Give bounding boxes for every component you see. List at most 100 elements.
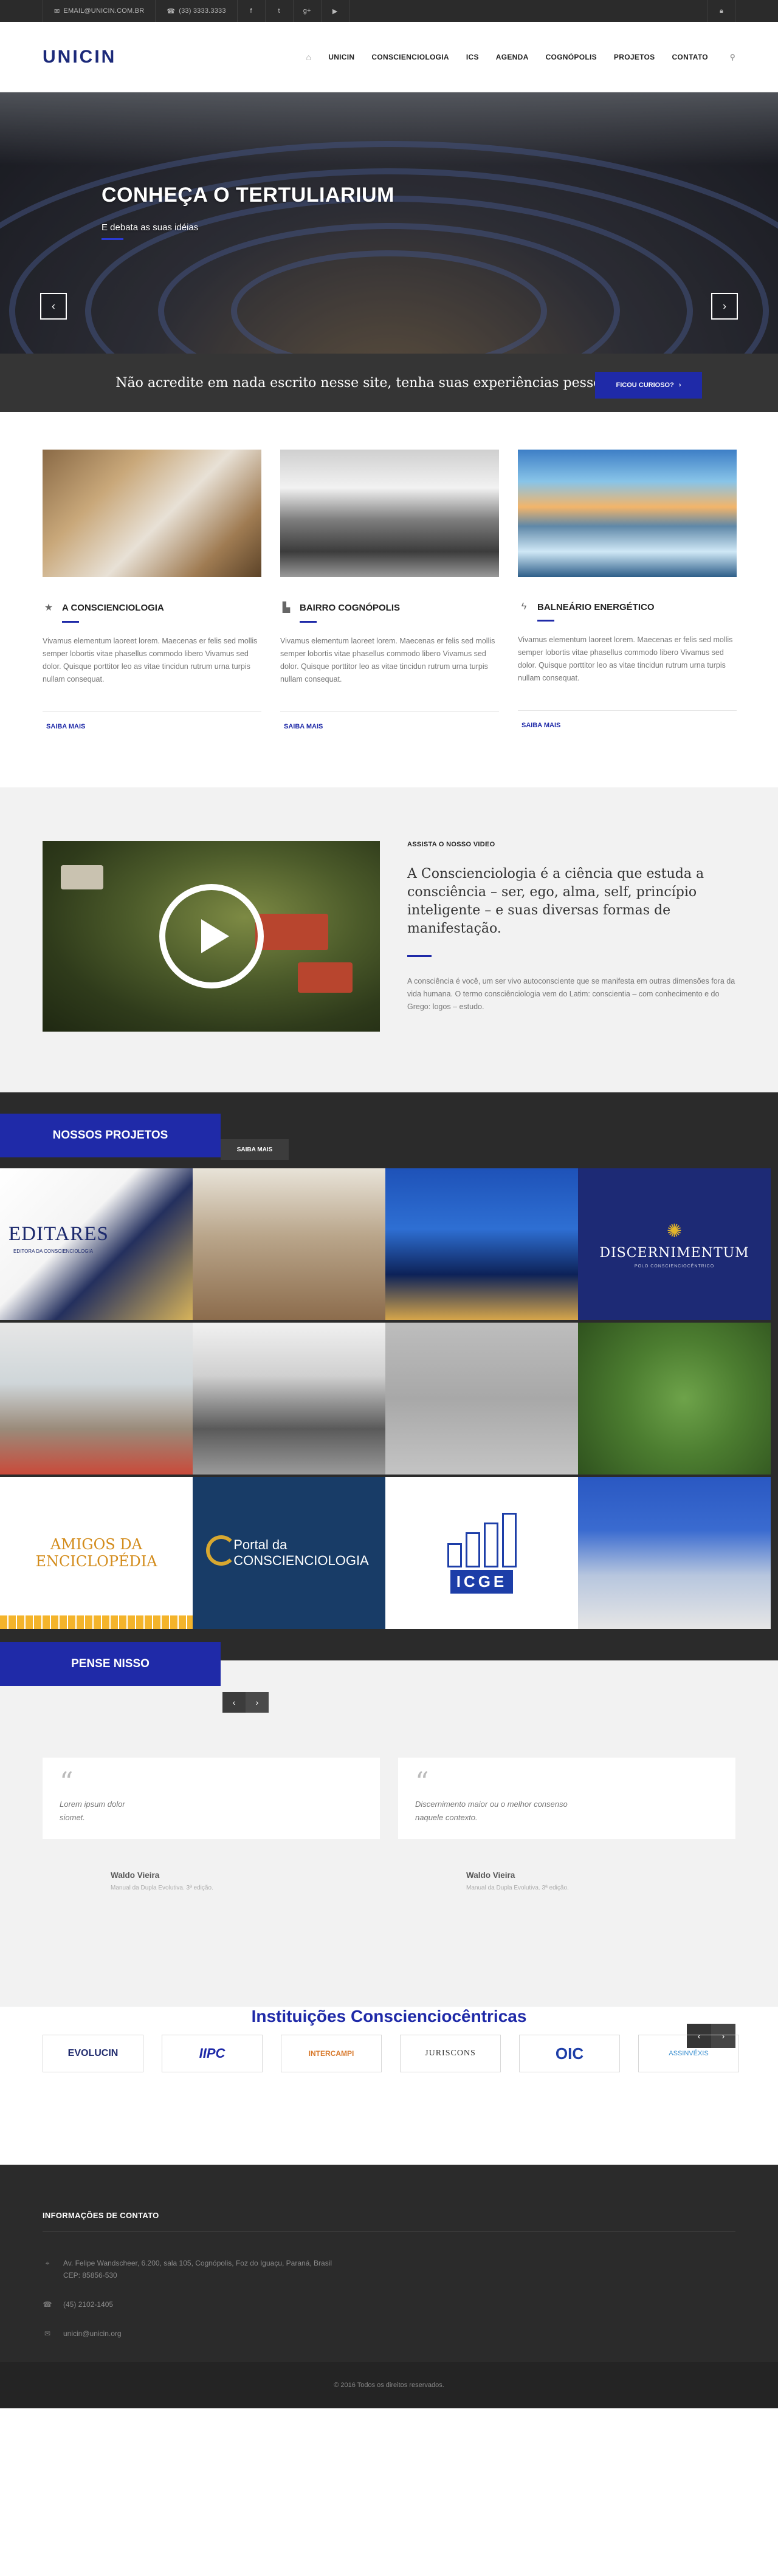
curious-button-label: FICOU CURIOSO? <box>616 382 674 389</box>
projects-title: NOSSOS PROJETOS <box>0 1114 221 1157</box>
chevron-right-icon: › <box>678 382 681 389</box>
portal-line2: CONSCIENCIOLOGIA <box>233 1553 369 1568</box>
logo-evolucin[interactable]: EVOLUCIN <box>43 2035 143 2072</box>
building-icon: ▙ <box>282 603 291 613</box>
topbar-phone-text: (33) 3333.3333 <box>179 7 226 15</box>
quotes-next-button[interactable]: › <box>246 1692 269 1713</box>
projects-more-button[interactable]: SAIBA MAIS <box>221 1139 289 1160</box>
site-footer: INFORMAÇÕES DE CONTATO ⌖ Av. Felipe Wand… <box>0 2165 778 2408</box>
slider-prev-button[interactable]: ‹ <box>40 293 67 320</box>
nav-unicin[interactable]: UNICIN <box>320 53 363 61</box>
nav-ics[interactable]: ICS <box>458 53 487 61</box>
hero-title: CONHEÇA O TERTULIARIUM <box>102 183 394 207</box>
quote-source: Manual da Dupla Evolutiva. 3ª edição. <box>466 1885 569 1891</box>
projects-section: NOSSOS PROJETOS SAIBA MAIS EDITARES EDIT… <box>0 1092 778 1642</box>
topbar-phone[interactable]: ☎ (33) 3333.3333 <box>156 0 238 22</box>
amigos-logo: AMIGOS DA ENCICLOPÉDIA <box>35 1536 157 1570</box>
feature-card: ▙ BAIRRO COGNÓPOLIS Vivamus elementum la… <box>280 450 499 730</box>
project-tile-portal[interactable]: Portal da CONSCIENCIOLOGIA <box>193 1477 385 1629</box>
facebook-icon[interactable]: f <box>238 0 266 22</box>
quotes-title: PENSE NISSO <box>0 1642 221 1686</box>
nav-projetos[interactable]: PROJETOS <box>605 53 664 61</box>
project-tile-amigos[interactable]: AMIGOS DA ENCICLOPÉDIA <box>0 1477 193 1629</box>
chevron-left-icon: ‹ <box>52 300 55 312</box>
feature-image[interactable] <box>518 450 737 577</box>
portal-line1: Portal da <box>233 1537 287 1552</box>
feature-text: Vivamus elementum laoreet lorem. Maecena… <box>280 637 495 683</box>
institutions-title: Instituições Conscienciocêntricas <box>251 2007 527 2026</box>
project-tile-model[interactable] <box>385 1323 578 1475</box>
discernimentum-star-icon: ✺ <box>666 1221 683 1241</box>
quote-icon: “ <box>60 1767 74 1798</box>
feature-more-link[interactable]: SAIBA MAIS <box>43 723 261 730</box>
topbar-email[interactable]: ✉ EMAIL@UNICIN.COM.BR <box>43 0 156 22</box>
lightning-icon: ϟ <box>521 601 527 612</box>
star-icon: ★ <box>44 603 53 613</box>
project-tile-bookstore[interactable] <box>0 1323 193 1475</box>
project-tile-aerial[interactable] <box>578 1323 771 1475</box>
site-logo[interactable]: UNICIN <box>43 47 116 67</box>
twitter-icon[interactable]: t <box>266 0 294 22</box>
feature-title: BAIRRO COGNÓPOLIS <box>300 602 401 613</box>
feature-card: ★ A CONSCIENCIOLOGIA Vivamus elementum l… <box>43 450 261 730</box>
nav-contato[interactable]: CONTATO <box>663 53 716 61</box>
quotes-prev-button[interactable]: ‹ <box>222 1692 246 1713</box>
footer-phone: (45) 2102-1405 <box>63 2300 114 2309</box>
video-section: ASSISTA O NOSSO VIDEO A Conscienciologia… <box>0 787 778 1092</box>
video-player[interactable] <box>43 841 380 1032</box>
portal-logo: Portal da CONSCIENCIOLOGIA <box>233 1537 368 1569</box>
feature-text: Vivamus elementum laoreet lorem. Maecena… <box>43 637 258 683</box>
project-tile-night-building[interactable] <box>385 1168 578 1320</box>
feature-more-link[interactable]: SAIBA MAIS <box>518 722 737 729</box>
logo-intercampi[interactable]: INTERCAMPI <box>281 2035 382 2072</box>
feature-card: ϟ BALNEÁRIO ENERGÉTICO Vivamus elementum… <box>518 450 737 730</box>
feature-image[interactable] <box>280 450 499 577</box>
logo-iipc[interactable]: IIPC <box>162 2035 263 2072</box>
quote-source: Manual da Dupla Evolutiva. 3ª edição. <box>111 1885 213 1891</box>
curious-button[interactable]: FICOU CURIOSO? › <box>595 372 702 399</box>
nav-cognopolis[interactable]: COGNÓPOLIS <box>537 53 605 61</box>
logo-oic[interactable]: OIC <box>519 2035 620 2072</box>
discernimentum-logo: DISCERNIMENTUM <box>599 1245 749 1261</box>
youtube-icon[interactable]: ▶ <box>322 0 349 22</box>
logo-juriscons[interactable]: JURISCONS <box>400 2035 501 2072</box>
quote-author: Waldo Vieira <box>111 1871 160 1880</box>
project-tile-discernimentum[interactable]: ✺ DISCERNIMENTUM POLO CONSCIENCIOCÊNTRIC… <box>578 1168 771 1320</box>
feature-more-link[interactable]: SAIBA MAIS <box>280 723 499 730</box>
institutions-section: Instituições Conscienciocêntricas ‹ › EV… <box>0 2007 778 2165</box>
project-tile-room[interactable] <box>578 1477 771 1629</box>
project-tile-auditorium[interactable] <box>193 1168 385 1320</box>
cta-text: Não acredite em nada escrito nesse site,… <box>115 375 626 391</box>
logo-assinvexis[interactable]: ASSINVÉXIS <box>638 2035 739 2072</box>
feature-text: Vivamus elementum laoreet lorem. Maecena… <box>518 635 733 682</box>
hero-accent-line <box>102 238 123 240</box>
project-tile-icge[interactable]: ICGE <box>385 1477 578 1629</box>
footer-email[interactable]: unicin@unicin.org <box>63 2328 122 2340</box>
video-eyebrow: ASSISTA O NOSSO VIDEO <box>407 841 495 848</box>
phone-icon: ☎ <box>167 7 176 15</box>
lock-icon[interactable]: 🔒︎ <box>707 0 735 22</box>
google-plus-icon[interactable]: g+ <box>294 0 322 22</box>
project-tile-gate[interactable] <box>193 1323 385 1475</box>
nav-conscienciologia[interactable]: CONSCIENCIOLOGIA <box>363 53 457 61</box>
quote-author: Waldo Vieira <box>466 1871 515 1880</box>
envelope-icon: ✉ <box>44 2329 51 2338</box>
home-icon[interactable]: ⌂ <box>297 52 320 62</box>
footer-title: INFORMAÇÕES DE CONTATO <box>43 2211 159 2220</box>
quote-icon: “ <box>415 1767 429 1798</box>
envelope-icon: ✉ <box>54 7 60 15</box>
topbar-email-text: EMAIL@UNICIN.COM.BR <box>63 7 145 15</box>
phone-icon: ☎ <box>43 2300 52 2309</box>
editares-logo: EDITARES <box>9 1223 109 1245</box>
project-tile-editares[interactable]: EDITARES EDITORA DA CONSCIENCIOLOGIA <box>0 1168 193 1320</box>
feature-title: A CONSCIENCIOLOGIA <box>62 602 164 613</box>
quote-text: Lorem ipsum dolor siomet. <box>60 1800 125 1822</box>
search-icon[interactable]: ⚲ <box>717 53 735 61</box>
video-description: A consciência é você, um ser vivo autoco… <box>407 977 735 1011</box>
slider-next-button[interactable]: › <box>711 293 738 320</box>
video-title: A Conscienciologia é a ciência que estud… <box>407 866 704 936</box>
play-icon[interactable] <box>159 884 264 988</box>
nav-agenda[interactable]: AGENDA <box>487 53 537 61</box>
feature-image[interactable] <box>43 450 261 577</box>
chevron-right-icon: › <box>723 300 726 312</box>
